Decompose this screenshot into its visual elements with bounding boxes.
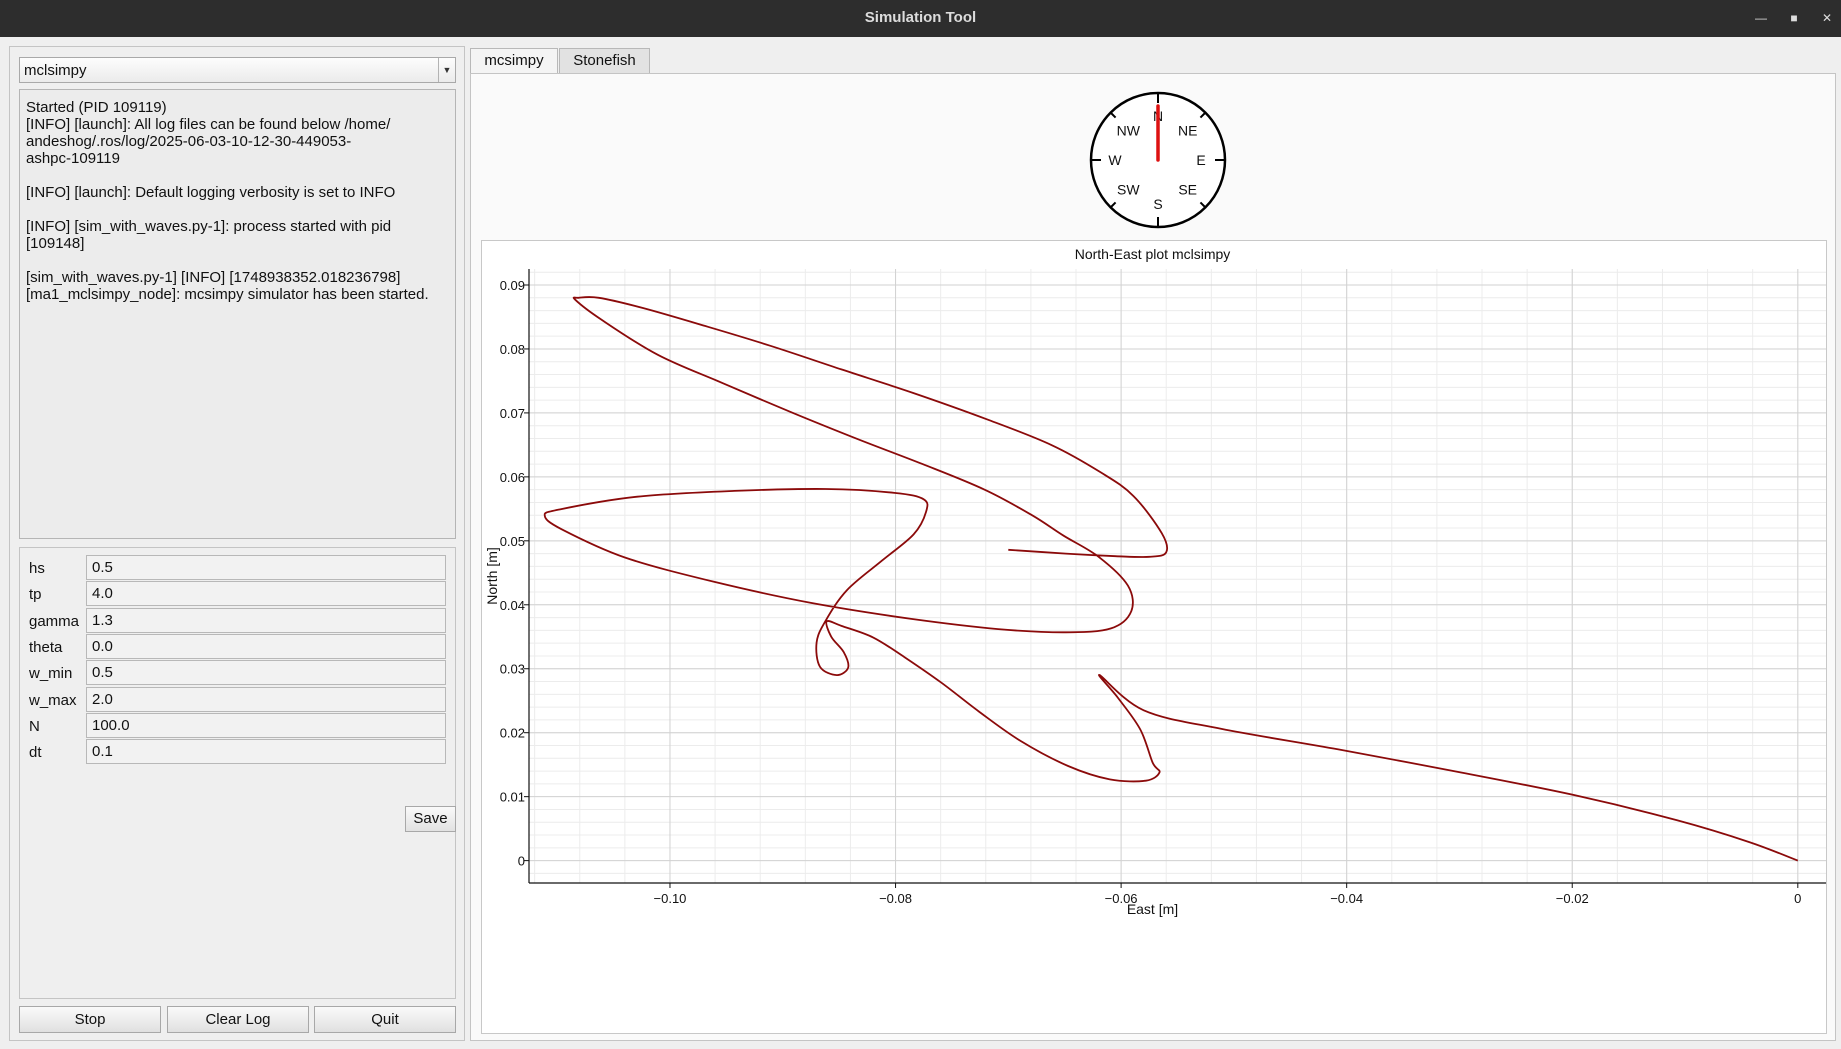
x-tick-label: −0.08 [879,891,912,906]
param-row-theta: theta [20,633,457,660]
log-line: [109148] [26,235,85,252]
param-row-tp: tp [20,581,457,607]
y-axis-label: North [m] [484,547,500,605]
y-tick-label: 0.06 [500,470,525,485]
log-line: [sim_with_waves.py-1] [INFO] [1748938352… [26,269,401,286]
y-tick-label: 0.09 [500,278,525,293]
compass-label-nw: NW [1117,122,1141,138]
y-tick-label: 0.04 [500,598,525,613]
compass-widget: NNEESESSWWNW [1089,91,1227,229]
param-row-w-min: w_min [20,660,457,686]
log-line: [INFO] [launch]: Default logging verbosi… [26,184,396,201]
param-label: gamma [29,612,80,630]
simulator-select-value: mclsimpy [24,62,87,79]
title-bar: Simulation Tool — ■ ✕ [0,0,1841,37]
param-input-gamma[interactable] [86,607,446,633]
compass-label-sw: SW [1117,182,1140,198]
param-row-dt: dt [20,739,457,765]
param-input-tp[interactable] [86,581,446,607]
compass-label-e: E [1196,152,1205,168]
minimize-button[interactable]: — [1749,6,1773,30]
left-panel: mclsimpy ▼ Started (PID 109119) [INFO] [l… [9,46,465,1041]
log-output[interactable]: Started (PID 109119) [INFO] [launch]: All… [19,89,456,539]
parameters-panel: Save hs tp gamma theta w_min w_max Ndt [19,547,456,999]
x-tick-label: −0.04 [1330,891,1363,906]
param-input-theta[interactable] [86,633,446,659]
x-axis-label: East [m] [1127,901,1178,917]
param-label: theta [29,638,63,656]
param-input-dt[interactable] [86,739,446,765]
compass-label-ne: NE [1178,122,1197,138]
log-line: [ma1_mclsimpy_node]: mcsimpy simulator h… [26,286,429,303]
y-tick-label: 0.01 [500,790,525,805]
compass-label-se: SE [1178,182,1197,198]
param-label: tp [29,586,42,604]
compass-label-w: W [1108,152,1122,168]
x-tick-label: −0.10 [654,891,687,906]
north-east-plot: −0.10 −0.08 −0.06 −0.04 −0.02 000.010.020.030… [484,246,1826,917]
param-row-n: N [20,712,457,739]
param-input-w-min[interactable] [86,660,446,686]
param-label: w_max [29,691,77,709]
tab-mcsimpy[interactable]: mcsimpy [470,48,558,73]
param-label: N [29,717,40,735]
log-line: ashpc-109119 [26,150,120,167]
tab-stonefish[interactable]: Stonefish [559,48,650,73]
clear-log-button[interactable]: Clear Log [167,1006,309,1033]
param-label: dt [29,744,42,762]
y-tick-label: 0.07 [500,406,525,421]
window-title: Simulation Tool [864,9,977,26]
stop-button[interactable]: Stop [19,1006,161,1033]
chart-title: North-East plot mclsimpy [1075,246,1231,262]
x-tick-label: 0 [1794,891,1801,906]
param-label: w_min [29,665,73,683]
compass-label-s: S [1153,196,1162,212]
log-line: [INFO] [sim_with_waves.py-1]: process st… [26,218,392,235]
y-tick-label: 0.02 [500,726,525,741]
save-button[interactable]: Save [405,806,456,832]
y-tick-label: 0.08 [500,342,525,357]
plot-frame: −0.10 −0.08 −0.06 −0.04 −0.02 0 0 0.01 0.02 0.03 0… [481,240,1827,1034]
chevron-down-icon[interactable]: ▼ [438,58,455,82]
y-tick-label: 0.05 [500,534,525,549]
param-row-hs: hs [20,555,457,581]
simulator-select[interactable]: mclsimpy ▼ [19,57,456,83]
x-tick-label: −0.02 [1556,891,1589,906]
param-label: hs [29,560,45,577]
param-input-n[interactable] [86,712,446,738]
param-row-gamma: gamma [20,607,457,634]
y-tick-label: 0.03 [500,662,525,677]
y-tick-label: 0 [518,854,525,869]
close-button[interactable]: ✕ [1815,6,1839,30]
log-line: andeshog/.ros/log/2025-06-03-10-12-30-44… [26,133,352,150]
param-row-w-max: w_max [20,686,457,713]
tab-content: NNEESESSWWNW −0.10−0.08−0.06−0.04−0.0200… [470,73,1836,1041]
maximize-button[interactable]: ■ [1782,6,1806,30]
param-input-w-max[interactable] [86,686,446,712]
param-input-hs[interactable] [86,555,446,580]
log-line: Started (PID 109119) [26,99,167,116]
quit-button[interactable]: Quit [314,1006,456,1033]
log-line: [INFO] [launch]: All log files can be fo… [26,116,391,133]
